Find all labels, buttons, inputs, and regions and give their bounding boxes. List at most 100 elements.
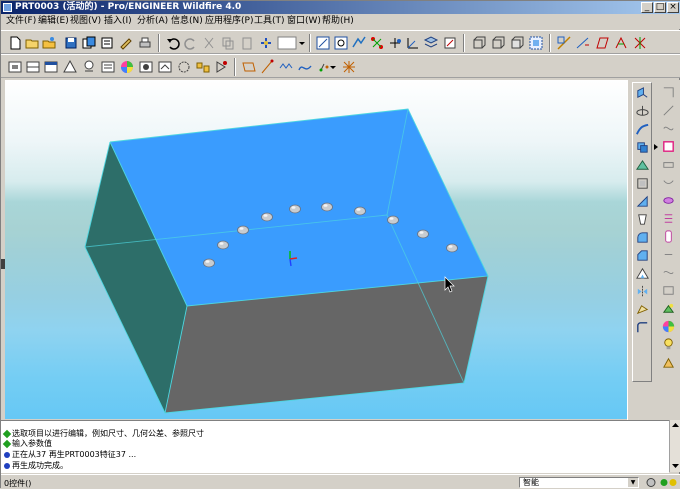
spline-icon[interactable] xyxy=(297,59,313,75)
datum-star-icon[interactable] xyxy=(632,35,648,51)
open-icon[interactable] xyxy=(24,35,40,51)
copy-icon[interactable] xyxy=(220,35,236,51)
cut-icon[interactable] xyxy=(201,35,217,51)
revolve-icon[interactable] xyxy=(635,104,650,119)
save-copy-icon[interactable] xyxy=(81,35,97,51)
window-icon[interactable] xyxy=(277,35,297,51)
menu-analysis[interactable]: 分析(A) xyxy=(137,15,168,28)
merge-icon[interactable] xyxy=(635,302,650,317)
cylinder-icon[interactable] xyxy=(661,157,676,172)
blend-icon[interactable] xyxy=(635,140,650,155)
redo-icon[interactable] xyxy=(183,35,199,51)
dropdown-arrow-icon[interactable] xyxy=(329,59,337,75)
shade-icon[interactable] xyxy=(119,59,135,75)
datum-curve-tool-icon[interactable] xyxy=(43,59,59,75)
new-icon[interactable] xyxy=(7,35,23,51)
stop-icon[interactable] xyxy=(645,477,657,488)
model-canvas[interactable] xyxy=(5,80,627,419)
wireframe-icon[interactable] xyxy=(176,59,192,75)
fillet-icon[interactable] xyxy=(661,85,676,100)
menu-edit[interactable]: 编辑(E) xyxy=(38,15,69,28)
undo-icon[interactable] xyxy=(165,35,181,51)
appearance-icon[interactable] xyxy=(100,59,116,75)
repaint-icon[interactable] xyxy=(442,35,458,51)
open-folder-icon[interactable] xyxy=(41,35,57,51)
lightbulb-icon[interactable] xyxy=(661,337,676,352)
shell-icon[interactable] xyxy=(635,176,650,191)
menu-file[interactable]: 文件(F) xyxy=(6,15,36,28)
point-display-icon[interactable] xyxy=(575,35,591,51)
cone-icon[interactable] xyxy=(661,175,676,190)
menu-window[interactable]: 窗口(W) xyxy=(287,15,321,28)
wave-icon[interactable] xyxy=(278,59,294,75)
message-scrollbar[interactable] xyxy=(669,420,680,472)
splitter-handle[interactable] xyxy=(1,259,5,269)
menu-tools[interactable]: 工具(T) xyxy=(254,15,285,28)
selection-filter[interactable]: 智能 ▼ xyxy=(519,477,639,488)
menu-info[interactable]: 信息(N) xyxy=(171,15,203,28)
menu-applications[interactable]: 应用程序(P) xyxy=(205,15,253,28)
appearance-ball-icon[interactable] xyxy=(661,319,676,334)
print-icon[interactable] xyxy=(118,35,134,51)
menu-insert[interactable]: 插入(I) xyxy=(104,15,132,28)
box-icon[interactable] xyxy=(661,139,676,154)
maximize-button[interactable]: □ xyxy=(654,2,666,13)
shaft-icon[interactable] xyxy=(661,229,676,244)
chamfer-icon[interactable] xyxy=(635,248,650,263)
annotation-icon[interactable] xyxy=(509,35,525,51)
pattern-icon[interactable] xyxy=(635,266,650,281)
scroll-down-icon[interactable] xyxy=(671,461,680,470)
sketch-icon[interactable] xyxy=(213,59,229,75)
csys-tool-icon[interactable] xyxy=(81,59,97,75)
ear-icon[interactable] xyxy=(661,301,676,316)
spin-icon[interactable] xyxy=(490,35,506,51)
edge-chamfer-icon[interactable] xyxy=(661,103,676,118)
hidden-line-icon[interactable] xyxy=(138,59,154,75)
line-icon[interactable] xyxy=(259,59,275,75)
rib-icon[interactable] xyxy=(635,194,650,209)
minimize-button[interactable]: _ xyxy=(641,2,653,13)
curve-tool-icon[interactable] xyxy=(661,121,676,136)
datum-tag-icon[interactable] xyxy=(613,35,629,51)
close-button[interactable]: × xyxy=(667,2,679,13)
slot-icon[interactable] xyxy=(661,283,676,298)
printer-icon[interactable] xyxy=(137,35,153,51)
datum-display-icon[interactable] xyxy=(351,35,367,51)
torus-icon[interactable] xyxy=(661,193,676,208)
dropdown-arrow-icon[interactable] xyxy=(298,35,306,51)
coord-sys-icon[interactable] xyxy=(405,35,421,51)
scroll-up-icon[interactable] xyxy=(671,421,680,430)
save-icon[interactable] xyxy=(63,35,79,51)
datum-point-tool-icon[interactable] xyxy=(62,59,78,75)
layers-icon[interactable] xyxy=(423,35,439,51)
datum-star-icon[interactable] xyxy=(341,59,357,75)
no-hidden-icon[interactable] xyxy=(157,59,173,75)
flange-icon[interactable] xyxy=(661,247,676,262)
curve-icon[interactable] xyxy=(241,59,257,75)
ok-icon[interactable] xyxy=(659,477,679,488)
graphics-viewport[interactable] xyxy=(5,80,627,419)
zoom-fit-icon[interactable] xyxy=(333,35,349,51)
mirror-icon[interactable] xyxy=(635,284,650,299)
sweep-icon[interactable] xyxy=(635,122,650,137)
csys-display-icon[interactable] xyxy=(594,35,610,51)
plane-display-icon[interactable] xyxy=(528,35,544,51)
round-icon[interactable] xyxy=(635,230,650,245)
datum-plane-tool-icon[interactable] xyxy=(7,59,23,75)
axis-display-icon[interactable] xyxy=(556,35,572,51)
view-manager-icon[interactable] xyxy=(315,35,331,51)
pattern-table-icon[interactable] xyxy=(661,355,676,370)
draft-icon[interactable] xyxy=(635,212,650,227)
datum-axis-tool-icon[interactable] xyxy=(25,59,41,75)
chevron-down-icon[interactable]: ▼ xyxy=(628,478,638,487)
extrude-icon[interactable] xyxy=(635,86,650,101)
trim-icon[interactable] xyxy=(635,320,650,335)
menu-help[interactable]: 帮助(H) xyxy=(322,15,354,28)
orient-icon[interactable] xyxy=(471,35,487,51)
datum-axis-icon[interactable] xyxy=(369,35,385,51)
datum-point-icon[interactable] xyxy=(387,35,403,51)
menu-view[interactable]: 视图(V) xyxy=(70,15,101,28)
hole-icon[interactable] xyxy=(635,158,650,173)
send-icon[interactable] xyxy=(99,35,115,51)
groove-icon[interactable] xyxy=(661,265,676,280)
